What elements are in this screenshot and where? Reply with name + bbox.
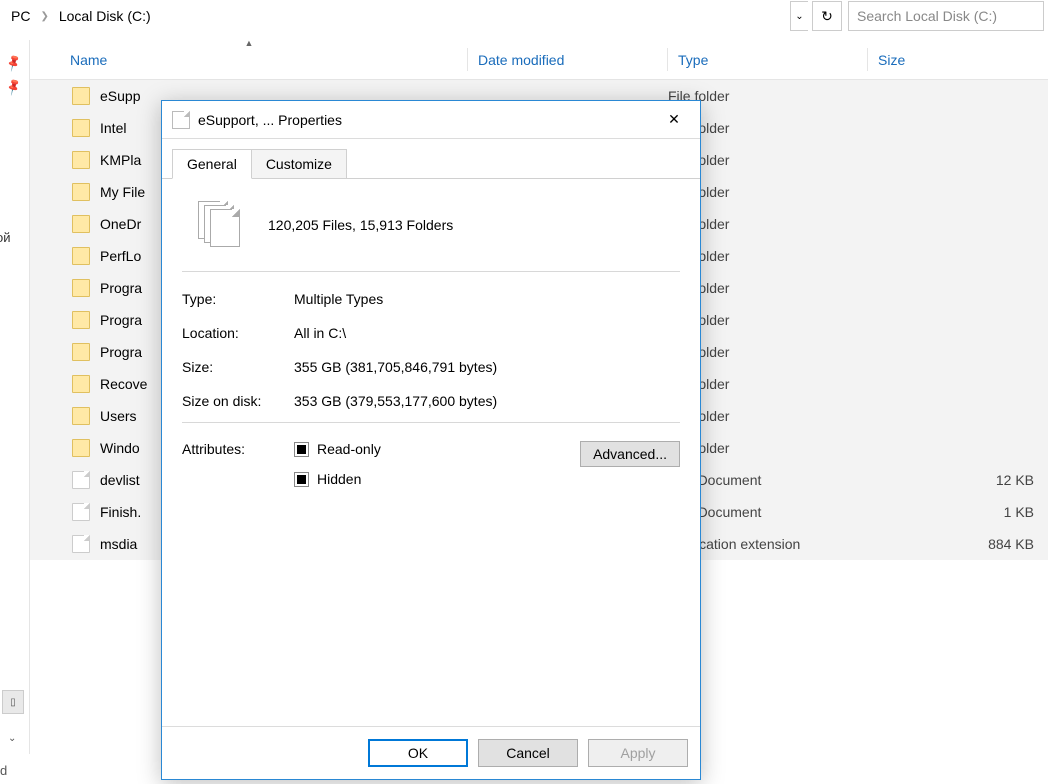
checkbox-indeterminate-icon <box>294 472 309 487</box>
dialog-title: eSupport, ... Properties <box>198 112 654 128</box>
file-size: 884 KB <box>868 536 1048 552</box>
advanced-button[interactable]: Advanced... <box>580 441 680 467</box>
value-size: 355 GB (381,705,846,791 bytes) <box>294 359 680 375</box>
address-bar: PC ❯ Local Disk (C:) ⌄ ↻ Search Local Di… <box>0 0 1048 32</box>
file-icon <box>72 535 90 553</box>
properties-grid: Type: Multiple Types Location: All in C:… <box>182 282 680 418</box>
cancel-button[interactable]: Cancel <box>478 739 578 767</box>
dialog-tabs: General Customize <box>162 139 700 179</box>
folder-icon <box>72 311 90 329</box>
folder-icon <box>72 183 90 201</box>
breadcrumb[interactable]: PC ❯ Local Disk (C:) <box>0 1 790 31</box>
breadcrumb-seg-drive[interactable]: Local Disk (C:) <box>55 8 155 24</box>
multi-document-icon <box>198 201 240 249</box>
file-size: 12 KB <box>868 472 1048 488</box>
search-placeholder: Search Local Disk (C:) <box>857 8 997 24</box>
checkbox-readonly[interactable]: Read-only <box>294 441 580 457</box>
ok-button[interactable]: OK <box>368 739 468 767</box>
label-size: Size: <box>182 359 294 375</box>
search-input[interactable]: Search Local Disk (C:) <box>848 1 1044 31</box>
folder-icon <box>72 247 90 265</box>
properties-dialog: eSupport, ... Properties ✕ General Custo… <box>161 100 701 780</box>
chevron-down-icon: ⌄ <box>795 11 803 22</box>
file-icon <box>72 503 90 521</box>
sort-ascending-icon: ▲ <box>245 38 254 48</box>
label-size-on-disk: Size on disk: <box>182 393 294 409</box>
refresh-button[interactable]: ↻ <box>812 1 842 31</box>
dialog-button-row: OK Cancel Apply <box>162 726 700 779</box>
folder-icon <box>72 407 90 425</box>
pin-icon: 📌 <box>4 77 24 97</box>
tab-body-general: 120,205 Files, 15,913 Folders Type: Mult… <box>162 179 700 726</box>
column-header-size[interactable]: Size <box>868 40 1048 79</box>
attributes-section: Attributes: Read-only Hidden Advanced... <box>182 433 680 501</box>
folder-icon <box>72 215 90 233</box>
status-truncated: d <box>0 763 7 778</box>
divider <box>182 271 680 272</box>
chevron-right-icon: ❯ <box>34 11 54 22</box>
column-header-date[interactable]: Date modified <box>468 40 668 79</box>
document-icon <box>172 111 190 129</box>
refresh-icon: ↻ <box>821 8 833 25</box>
close-icon: ✕ <box>668 111 680 128</box>
file-icon <box>72 471 90 489</box>
value-size-on-disk: 353 GB (379,553,177,600 bytes) <box>294 393 680 409</box>
pin-icon: 📌 <box>4 53 24 73</box>
value-location: All in C:\ <box>294 325 680 341</box>
label-location: Location: <box>182 325 294 341</box>
divider <box>182 422 680 423</box>
column-header-type[interactable]: Type <box>668 40 868 79</box>
close-button[interactable]: ✕ <box>654 105 694 135</box>
value-type: Multiple Types <box>294 291 680 307</box>
folder-icon <box>72 279 90 297</box>
dialog-titlebar[interactable]: eSupport, ... Properties ✕ <box>162 101 700 139</box>
tab-customize[interactable]: Customize <box>251 149 347 179</box>
folder-icon <box>72 343 90 361</box>
label-attributes: Attributes: <box>182 441 294 457</box>
checkbox-hidden[interactable]: Hidden <box>294 471 580 487</box>
nav-sidebar-collapsed: 📌 📌 ой ▯ ⌄ <box>0 40 30 754</box>
column-headers: ▲ Name Date modified Type Size <box>30 40 1048 80</box>
folder-icon <box>72 151 90 169</box>
file-size: 1 KB <box>868 504 1048 520</box>
folder-icon <box>72 87 90 105</box>
folder-icon <box>72 119 90 137</box>
address-dropdown-button[interactable]: ⌄ <box>790 1 808 31</box>
folder-icon <box>72 375 90 393</box>
apply-button: Apply <box>588 739 688 767</box>
checkbox-indeterminate-icon <box>294 442 309 457</box>
folder-icon <box>72 439 90 457</box>
file-count-summary: 120,205 Files, 15,913 Folders <box>268 217 453 233</box>
summary-section: 120,205 Files, 15,913 Folders <box>182 189 680 267</box>
sidebar-scroll-handle[interactable]: ▯ <box>2 690 24 714</box>
column-header-name[interactable]: ▲ Name <box>30 40 468 79</box>
breadcrumb-seg-pc[interactable]: PC <box>7 8 34 24</box>
label-type: Type: <box>182 291 294 307</box>
sidebar-truncated-label: ой <box>0 230 11 245</box>
chevron-down-icon[interactable]: ⌄ <box>8 733 16 744</box>
tab-general[interactable]: General <box>172 149 252 179</box>
